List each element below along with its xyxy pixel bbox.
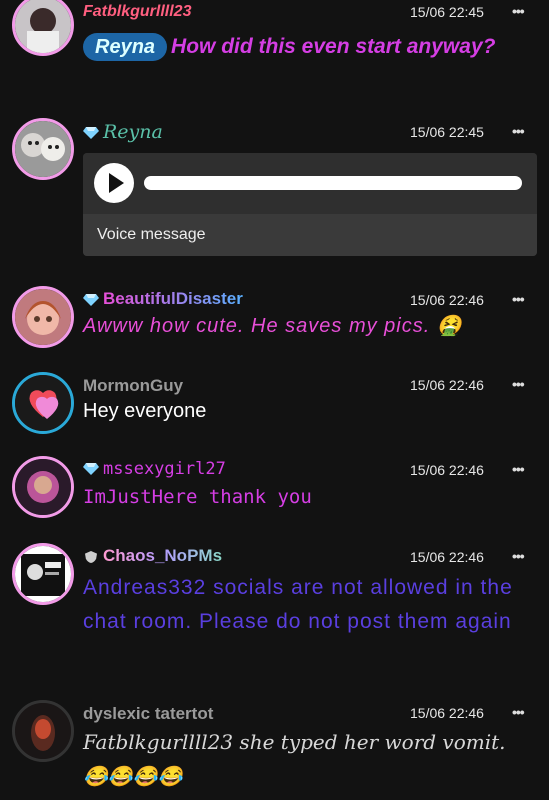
timestamp: 15/06 22:45: [410, 124, 484, 140]
more-options-icon[interactable]: •••: [512, 461, 525, 477]
message-body: How did this even start anyway?: [171, 35, 496, 58]
message-text: Andreas332 socials are not allowed in th…: [83, 576, 513, 633]
avatar[interactable]: [12, 456, 74, 518]
username-text: mssexygirl27: [103, 459, 226, 479]
play-icon[interactable]: [94, 163, 134, 203]
user-photo-icon: [15, 459, 71, 515]
hearts-icon: [15, 375, 71, 431]
username[interactable]: dyslexic tatertot: [83, 704, 213, 724]
username[interactable]: mssexygirl27: [83, 459, 226, 479]
cartoon-girl-icon: [15, 289, 71, 345]
username[interactable]: MormonGuy: [83, 376, 183, 396]
voice-message-card[interactable]: Voice message: [83, 153, 537, 256]
more-options-icon[interactable]: •••: [512, 3, 525, 19]
audio-progress-bar[interactable]: [144, 176, 522, 190]
avatar[interactable]: [12, 118, 74, 180]
username[interactable]: Chaos_NoPMs: [83, 546, 222, 566]
timestamp: 15/06 22:46: [410, 292, 484, 308]
user-photo-icon: [15, 0, 71, 53]
cats-photo-icon: [15, 121, 71, 177]
timestamp: 15/06 22:46: [410, 549, 484, 565]
username[interactable]: Reyna: [83, 121, 163, 143]
timestamp: 15/06 22:46: [410, 377, 484, 393]
more-options-icon[interactable]: •••: [512, 704, 525, 720]
shield-icon: [85, 550, 97, 563]
avatar[interactable]: [12, 372, 74, 434]
timestamp: 15/06 22:46: [410, 462, 484, 478]
message-text: ImJustHere thank you: [83, 486, 312, 508]
message-text: Fatblkgurllll23 she typed her word vomit…: [83, 730, 506, 788]
more-options-icon[interactable]: •••: [512, 291, 525, 307]
mention-chip[interactable]: Reyna: [83, 33, 168, 61]
more-options-icon[interactable]: •••: [512, 376, 525, 392]
diamond-icon: [83, 127, 99, 139]
username[interactable]: BeautifulDisaster: [83, 289, 243, 309]
username-text: Chaos_NoPMs: [103, 546, 223, 565]
avatar[interactable]: [12, 0, 74, 56]
username-text: Reyna: [103, 121, 163, 143]
audio-player: [83, 153, 537, 214]
user-photo-icon: [15, 703, 71, 759]
voice-caption: Voice message: [83, 214, 537, 256]
avatar[interactable]: [12, 543, 74, 605]
more-options-icon[interactable]: •••: [512, 123, 525, 139]
avatar[interactable]: [12, 700, 74, 762]
diamond-icon: [83, 463, 99, 475]
timestamp: 15/06 22:45: [410, 4, 484, 20]
gangster-poster-icon: [15, 546, 71, 602]
message-text: Reyna How did this even start anyway?: [83, 31, 531, 63]
avatar[interactable]: [12, 286, 74, 348]
message-text: Hey everyone: [83, 400, 207, 422]
diamond-icon: [83, 293, 99, 306]
message-text: Awww how cute. He saves my pics. 🤮: [83, 315, 463, 337]
username-text: BeautifulDisaster: [103, 289, 243, 308]
more-options-icon[interactable]: •••: [512, 548, 525, 564]
timestamp: 15/06 22:46: [410, 705, 484, 721]
username[interactable]: Fatblkgurllll23: [83, 3, 191, 21]
